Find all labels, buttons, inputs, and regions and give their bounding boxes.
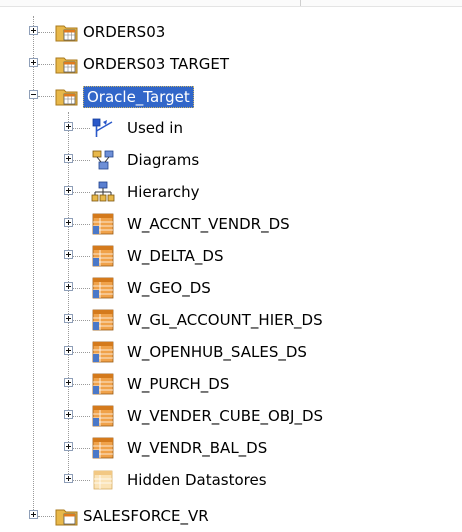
used-in-icon	[92, 118, 113, 137]
tree-item-label: W_VENDER_CUBE_OBJ_DS	[127, 407, 324, 425]
tree-item-w-geo-ds[interactable]: W_GEO_DS	[0, 272, 462, 304]
diagrams-icon	[92, 150, 114, 170]
tree-item-w-vender-cube-obj-ds[interactable]: W_VENDER_CUBE_OBJ_DS	[0, 400, 462, 432]
expand-plus-icon[interactable]	[29, 26, 38, 35]
expand-plus-icon[interactable]	[64, 154, 73, 163]
hierarchy-icon	[91, 181, 115, 202]
tree-item-w-delta-ds[interactable]: W_DELTA_DS	[0, 240, 462, 272]
tree-item-oracle-target[interactable]: Oracle_Target	[0, 80, 462, 112]
datastore-folder-icon	[55, 25, 78, 42]
expand-plus-icon[interactable]	[64, 442, 73, 451]
expand-plus-icon[interactable]	[64, 474, 73, 483]
expand-plus-icon[interactable]	[64, 378, 73, 387]
table-icon	[92, 277, 114, 299]
tree-item-label: W_GL_ACCOUNT_HIER_DS	[127, 311, 323, 329]
tree-item-label: W_VENDR_BAL_DS	[127, 439, 268, 457]
table-icon	[92, 213, 114, 235]
tree-item-label: Hierarchy	[127, 183, 200, 201]
datastore-folder-icon	[55, 57, 78, 74]
table-icon	[92, 309, 114, 331]
tree-item-label: W_OPENHUB_SALES_DS	[127, 343, 307, 361]
tree-item-salesforce-vr[interactable]: SALESFORCE_VR	[0, 500, 462, 532]
expand-plus-icon[interactable]	[29, 510, 38, 519]
tree-item-label: SALESFORCE_VR	[83, 507, 209, 525]
tree-item-label: W_DELTA_DS	[127, 247, 224, 265]
tree-item-label: W_PURCH_DS	[127, 375, 230, 393]
table-icon	[92, 373, 114, 395]
tree-item-orders03-target[interactable]: ORDERS03 TARGET	[0, 48, 462, 80]
tree-item-hierarchy[interactable]: Hierarchy	[0, 176, 462, 208]
expand-plus-icon[interactable]	[64, 250, 73, 259]
tree-item-orders03[interactable]: ORDERS03	[0, 16, 462, 48]
tree-item-w-purch-ds[interactable]: W_PURCH_DS	[0, 368, 462, 400]
table-icon	[92, 245, 114, 267]
tree-item-used-in[interactable]: Used in	[0, 112, 462, 144]
tree-item-label: ORDERS03 TARGET	[83, 55, 230, 73]
expand-plus-icon[interactable]	[29, 58, 38, 67]
expand-plus-icon[interactable]	[64, 346, 73, 355]
datastore-folder-icon	[55, 89, 78, 106]
tree-item-hidden-datastores[interactable]: Hidden Datastores	[0, 464, 462, 496]
tree-item-label: W_ACCNT_VENDR_DS	[127, 215, 290, 233]
tree-item-w-vendr-bal-ds[interactable]: W_VENDR_BAL_DS	[0, 432, 462, 464]
tree-item-w-openhub-sales-ds[interactable]: W_OPENHUB_SALES_DS	[0, 336, 462, 368]
expand-plus-icon[interactable]	[64, 410, 73, 419]
table-icon	[92, 341, 114, 363]
table-icon	[92, 405, 114, 427]
hidden-datastores-icon	[93, 470, 113, 490]
tree-item-label-selected: Oracle_Target	[83, 86, 194, 108]
tree-item-label: Used in	[127, 119, 183, 137]
expand-plus-icon[interactable]	[64, 122, 73, 131]
expand-plus-icon[interactable]	[64, 282, 73, 291]
expand-plus-icon[interactable]	[64, 218, 73, 227]
expand-plus-icon[interactable]	[64, 314, 73, 323]
expand-plus-icon[interactable]	[64, 186, 73, 195]
collapse-minus-icon[interactable]	[29, 90, 38, 99]
tree-item-diagrams[interactable]: Diagrams	[0, 144, 462, 176]
table-icon	[92, 437, 114, 459]
tree-item-label: W_GEO_DS	[127, 279, 211, 297]
tree-item-w-gl-account-hier-ds[interactable]: W_GL_ACCOUNT_HIER_DS	[0, 304, 462, 336]
tree-item-w-accnt-vendr-ds[interactable]: W_ACCNT_VENDR_DS	[0, 208, 462, 240]
object-library-tree: ORDERS03 ORDERS03 TARGET Oracle_Target U…	[0, 0, 462, 526]
tree-item-label: Hidden Datastores	[127, 471, 267, 489]
tree-item-label: ORDERS03	[83, 23, 166, 41]
tree-item-label: Diagrams	[127, 151, 200, 169]
